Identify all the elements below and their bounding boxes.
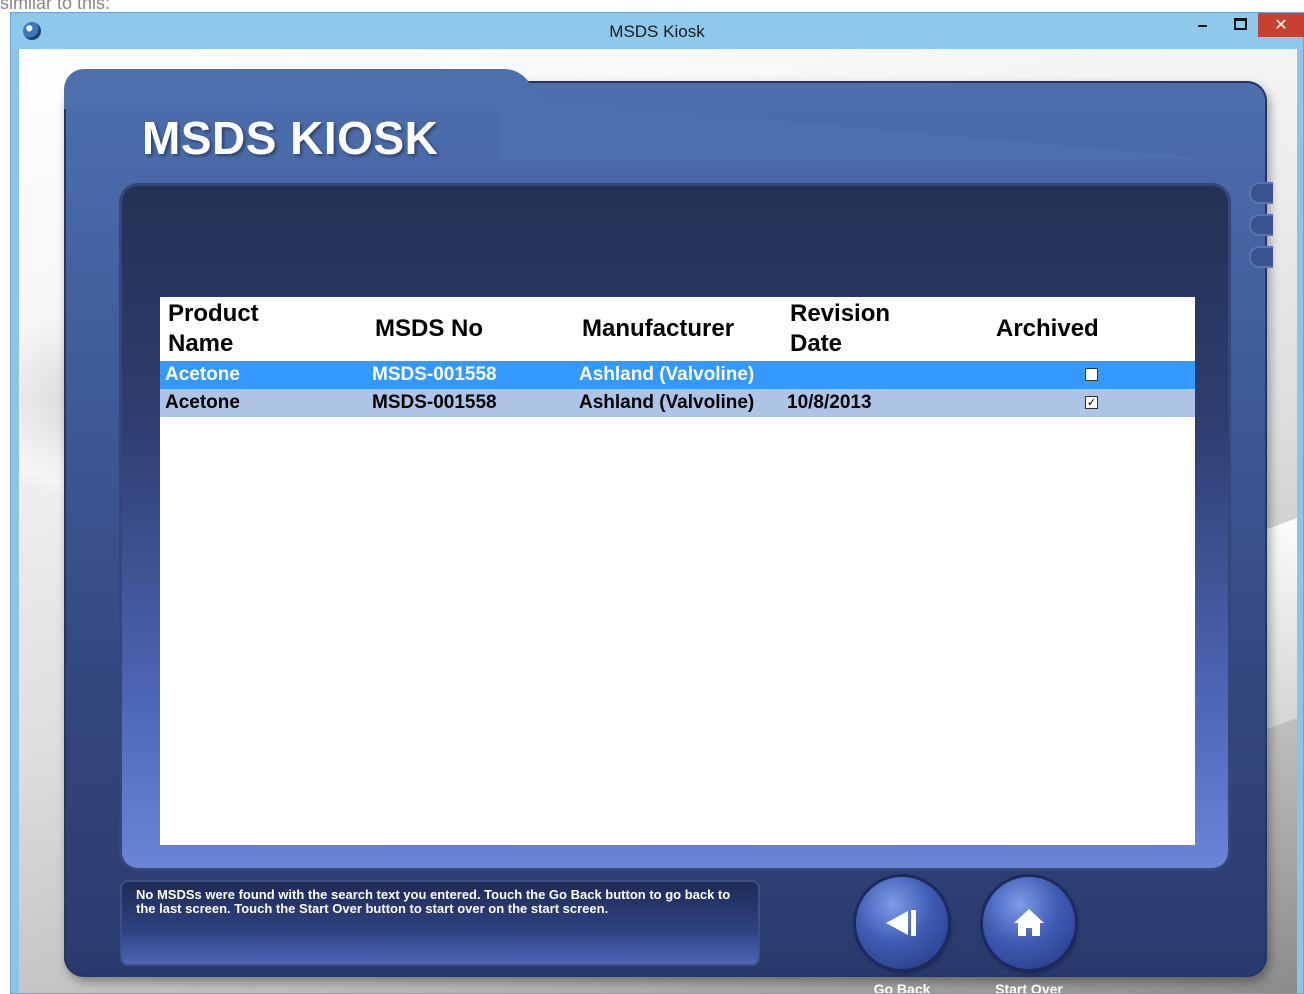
table-row[interactable]: Acetone MSDS-001558 Ashland (Valvoline) … (160, 389, 1195, 417)
panel-tab (64, 69, 534, 109)
cell-msds-no: MSDS-001558 (372, 364, 497, 385)
archived-checkbox[interactable] (1085, 368, 1098, 381)
minimize-button[interactable] (1188, 13, 1218, 37)
window-title: MSDS Kiosk (609, 22, 705, 41)
table-row[interactable]: Acetone MSDS-001558 Ashland (Valvoline) (160, 361, 1195, 389)
cell-product: Acetone (165, 392, 240, 413)
start-over-button[interactable] (983, 877, 1075, 969)
home-icon (1014, 909, 1044, 936)
side-tab (1249, 182, 1273, 204)
cell-msds-no: MSDS-001558 (372, 392, 497, 413)
close-button[interactable]: ✕ (1258, 13, 1304, 37)
kiosk-screen: MSDS KIOSK Product Name MSDS No Manufact… (19, 49, 1297, 993)
column-header-msds-no[interactable]: MSDS No (375, 314, 483, 344)
cell-manufacturer: Ashland (Valvoline) (579, 364, 755, 385)
archived-checkbox[interactable]: ✓ (1085, 396, 1098, 409)
status-message-box: No MSDSs were found with the search text… (122, 882, 758, 964)
start-over-label: Start Over (995, 981, 1063, 993)
column-header-product-name[interactable]: Product Name (168, 299, 308, 359)
brand-title: MSDS KIOSK (142, 112, 439, 164)
status-message: No MSDSs were found with the search text… (136, 887, 731, 916)
maximize-icon (1234, 18, 1247, 30)
title-bar[interactable]: MSDS Kiosk ✕ (11, 13, 1304, 49)
go-back-label: Go Back (873, 981, 931, 993)
results-table[interactable]: Product Name MSDS No Manufacturer Revisi… (160, 297, 1195, 845)
go-back-button[interactable] (856, 877, 948, 969)
column-header-manufacturer[interactable]: Manufacturer (582, 314, 734, 344)
close-icon: ✕ (1274, 15, 1288, 34)
cell-manufacturer: Ashland (Valvoline) (579, 392, 755, 413)
app-window: MSDS Kiosk ✕ MSDS KIOSK Product Name MSD… (10, 12, 1304, 994)
minimize-icon (1198, 25, 1207, 27)
side-tab (1249, 246, 1273, 268)
cell-product: Acetone (165, 364, 240, 385)
table-header: Product Name MSDS No Manufacturer Revisi… (160, 297, 1195, 361)
back-arrow-icon (886, 910, 916, 936)
column-header-revision-date[interactable]: Revision Date (790, 299, 920, 359)
column-header-archived[interactable]: Archived (996, 314, 1099, 344)
side-tab (1249, 214, 1273, 236)
cell-revision-date: 10/8/2013 (787, 392, 872, 413)
maximize-button[interactable] (1224, 13, 1254, 37)
